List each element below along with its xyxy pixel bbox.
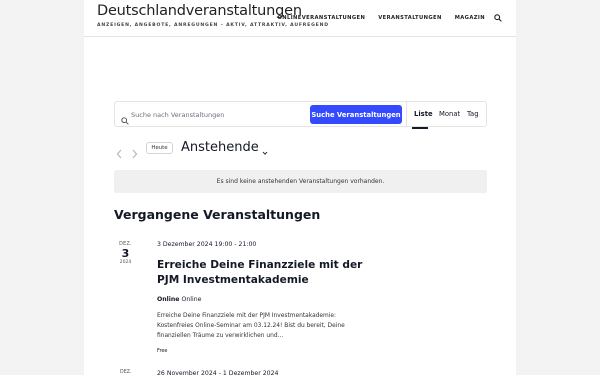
event-title-link[interactable]: Erreiche Deine Finanzziele mit der PJM I… [157,258,387,288]
search-icon[interactable] [493,13,502,22]
venue-detail: Online [181,296,202,303]
event-day: 3 [121,247,130,260]
nav-item-onlineveranstaltungen[interactable]: ONLINEVERANSTALTUNGEN [277,15,365,21]
event-item: 3 Dezember 2024 19:00 - 21:00 Erreiche D… [157,241,387,354]
page-content: Deutschlandveranstaltungen ANZEIGEN, ANG… [84,0,516,377]
active-tab-indicator [412,127,428,129]
chevron-down-icon [262,145,268,155]
page-margin-right [516,0,600,375]
event-month: DEZ. [120,370,132,375]
date-navigation: Heute Anstehende [114,140,414,159]
nav-item-magazin[interactable]: MAGAZIN [455,15,485,21]
no-events-notice: Es sind keine anstehenden Veranstaltunge… [114,170,487,193]
today-button[interactable]: Heute [146,142,173,154]
event-description: Erreiche Deine Finanzziele mit der PJM I… [157,313,345,339]
event-datetime: 3 Dezember 2024 19:00 - 21:00 [157,241,257,248]
search-events-button[interactable]: Suche Veranstaltungen [310,105,402,124]
event-datetime: 26 November 2024 - 1 Dezember 2024 [157,370,279,377]
search-input[interactable] [131,107,301,122]
nav-item-veranstaltungen[interactable]: VERANSTALTUNGEN [378,15,441,21]
event-date-tag: DEZ. 3 2024 [114,242,137,265]
main-nav: ONLINEVERANSTALTUNGEN VERANSTALTUNGEN MA… [264,13,502,22]
page-margin-left [0,0,84,375]
tab-tag[interactable]: Tag [467,110,479,118]
previous-arrow-icon[interactable] [116,144,125,159]
tab-liste[interactable]: Liste [414,110,433,118]
period-label: Anstehende [181,140,259,155]
event-year: 2024 [119,260,132,265]
period-selector[interactable]: Anstehende [181,140,268,155]
divider [406,102,407,126]
tab-monat[interactable]: Monat [439,110,460,118]
past-events-heading: Vergangene Veranstaltungen [114,207,321,222]
search-icon [121,110,130,125]
events-search-bar: Suche Veranstaltungen Liste Monat Tag [114,101,487,129]
next-arrow-icon[interactable] [131,144,140,159]
event-cost: Free [157,348,168,354]
event-venue: Online Online [157,296,387,303]
site-header: Deutschlandveranstaltungen ANZEIGEN, ANG… [84,0,516,37]
site-tagline: ANZEIGEN, ANGEBOTE, ANREGUNGEN – AKTIV, … [97,23,329,28]
venue-name: Online [157,296,180,303]
